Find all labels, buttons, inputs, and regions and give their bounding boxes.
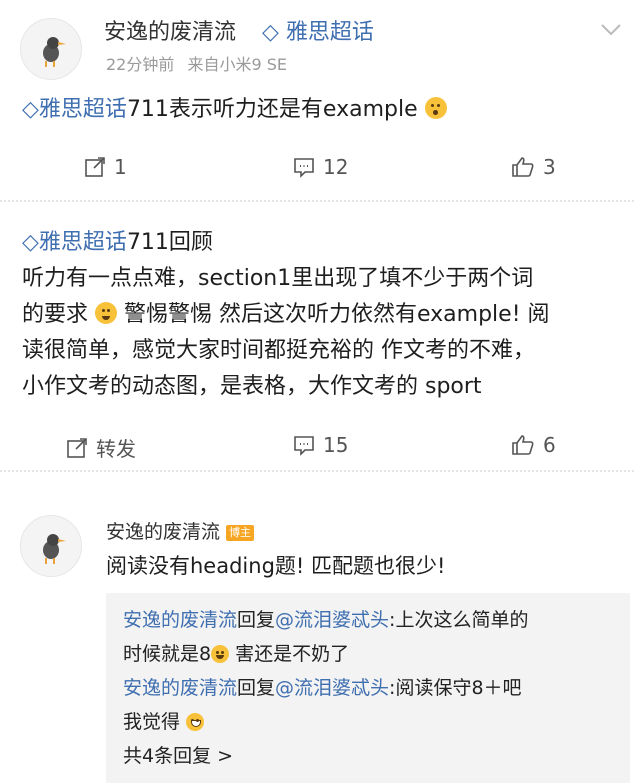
- comment-button[interactable]: 15: [293, 433, 348, 457]
- reply-verb: 回复: [237, 609, 276, 631]
- reply-item[interactable]: 安逸的废清流回复@流泪婆忒头:阅读保守8＋吧: [123, 671, 623, 705]
- post2-line3b: 警惕警惕 然后这次听力依然有example! 阅: [124, 302, 550, 327]
- chevron-down-icon[interactable]: [600, 22, 622, 41]
- reply-text: 时候就是8: [123, 643, 212, 665]
- diamond-icon: ◇: [22, 97, 39, 122]
- reply-text: 害还是不奶了: [229, 643, 350, 665]
- post2-topic-link[interactable]: 雅思超话: [39, 230, 127, 255]
- reply-box[interactable]: 安逸的废清流回复@流泪婆忒头:上次这么简单的 时候就是8 害还是不奶了 安逸的废…: [106, 593, 630, 783]
- post2-line3a: 的要求: [22, 302, 89, 327]
- comment-icon: [294, 158, 314, 178]
- comment-count: 15: [323, 433, 349, 457]
- thumbs-up-icon: [512, 157, 534, 177]
- bird-avatar-icon: [43, 37, 66, 67]
- crying-laughing-emoji-icon: [95, 302, 118, 324]
- reply-author[interactable]: 安逸的废清流: [123, 609, 237, 631]
- author-name[interactable]: 安逸的废清流: [104, 14, 236, 46]
- repost-label: 转发: [96, 437, 136, 461]
- comment-icon: [294, 436, 314, 456]
- share-icon: [85, 157, 105, 177]
- post2-line4: 读很简单，感觉大家时间都挺充裕的 作文考的不难，: [22, 338, 535, 363]
- post1-body: 711表示听力还是有example: [126, 97, 418, 122]
- post-source: 来自小米9 SE: [187, 55, 288, 74]
- comment-count: 12: [323, 155, 349, 179]
- like-count: 3: [543, 155, 556, 179]
- post1-text: ◇雅思超话711表示听力还是有example: [22, 92, 447, 128]
- crying-laughing-emoji-icon: [211, 645, 230, 663]
- surprised-emoji-icon: [424, 97, 447, 119]
- comment-button[interactable]: 12: [293, 155, 348, 179]
- reply-item-cont: 时候就是8 害还是不奶了: [123, 637, 623, 671]
- like-button[interactable]: 6: [511, 433, 556, 457]
- repost-button[interactable]: 转发: [66, 433, 136, 462]
- reply-mention[interactable]: @流泪婆忒头: [275, 677, 389, 699]
- repost-button[interactable]: 1: [84, 155, 127, 179]
- share-icon: [67, 437, 87, 458]
- reply-verb: 回复: [237, 677, 276, 699]
- reply-author[interactable]: 安逸的废清流: [123, 677, 237, 699]
- divider: [0, 200, 634, 202]
- bird-avatar-icon: [43, 534, 66, 564]
- post1-topic-link[interactable]: 雅思超话: [39, 97, 127, 122]
- comment-author-name[interactable]: 安逸的废清流: [106, 521, 220, 543]
- post2-line2: 听力有一点点难，section1里出现了填不少于两个词: [22, 266, 534, 291]
- reply-item[interactable]: 安逸的废清流回复@流泪婆忒头:上次这么简单的: [123, 603, 623, 637]
- topic-tag[interactable]: ◇ 雅思超话: [262, 14, 374, 46]
- reply-item-cont: 我觉得: [123, 705, 623, 739]
- divider: [0, 470, 634, 472]
- comment-text: 阅读没有heading题! 匹配题也很少!: [106, 554, 446, 578]
- avatar[interactable]: [20, 515, 82, 577]
- post2-text: ◇雅思超话711回顾 听力有一点点难，section1里出现了填不少于两个词 的…: [22, 225, 622, 405]
- like-button[interactable]: 3: [511, 155, 556, 179]
- reply-text: 我觉得: [123, 711, 181, 733]
- post2-line1: 711回顾: [126, 230, 213, 255]
- post2-line5: 小作文考的动态图，是表格，大作文考的 sport: [22, 374, 482, 399]
- diamond-icon: ◇: [22, 230, 39, 255]
- avatar[interactable]: [20, 18, 82, 80]
- thumbs-up-icon: [512, 435, 534, 455]
- post-time: 22分钟前: [106, 55, 175, 74]
- reply-text: :上次这么简单的: [389, 609, 529, 631]
- like-count: 6: [543, 433, 556, 457]
- diamond-icon: ◇: [262, 20, 279, 45]
- reply-mention[interactable]: @流泪婆忒头: [275, 609, 389, 631]
- post-meta: 22分钟前 来自小米9 SE: [106, 51, 287, 75]
- topic-tag-label: 雅思超话: [285, 20, 374, 45]
- author-badge: 博主: [226, 524, 255, 541]
- comment-author[interactable]: 安逸的废清流 博主: [106, 517, 255, 544]
- more-replies-link[interactable]: 共4条回复 >: [123, 739, 623, 773]
- grin-emoji-icon: [186, 713, 205, 731]
- reply-text: :阅读保守8＋吧: [389, 677, 522, 699]
- repost-count: 1: [114, 155, 127, 179]
